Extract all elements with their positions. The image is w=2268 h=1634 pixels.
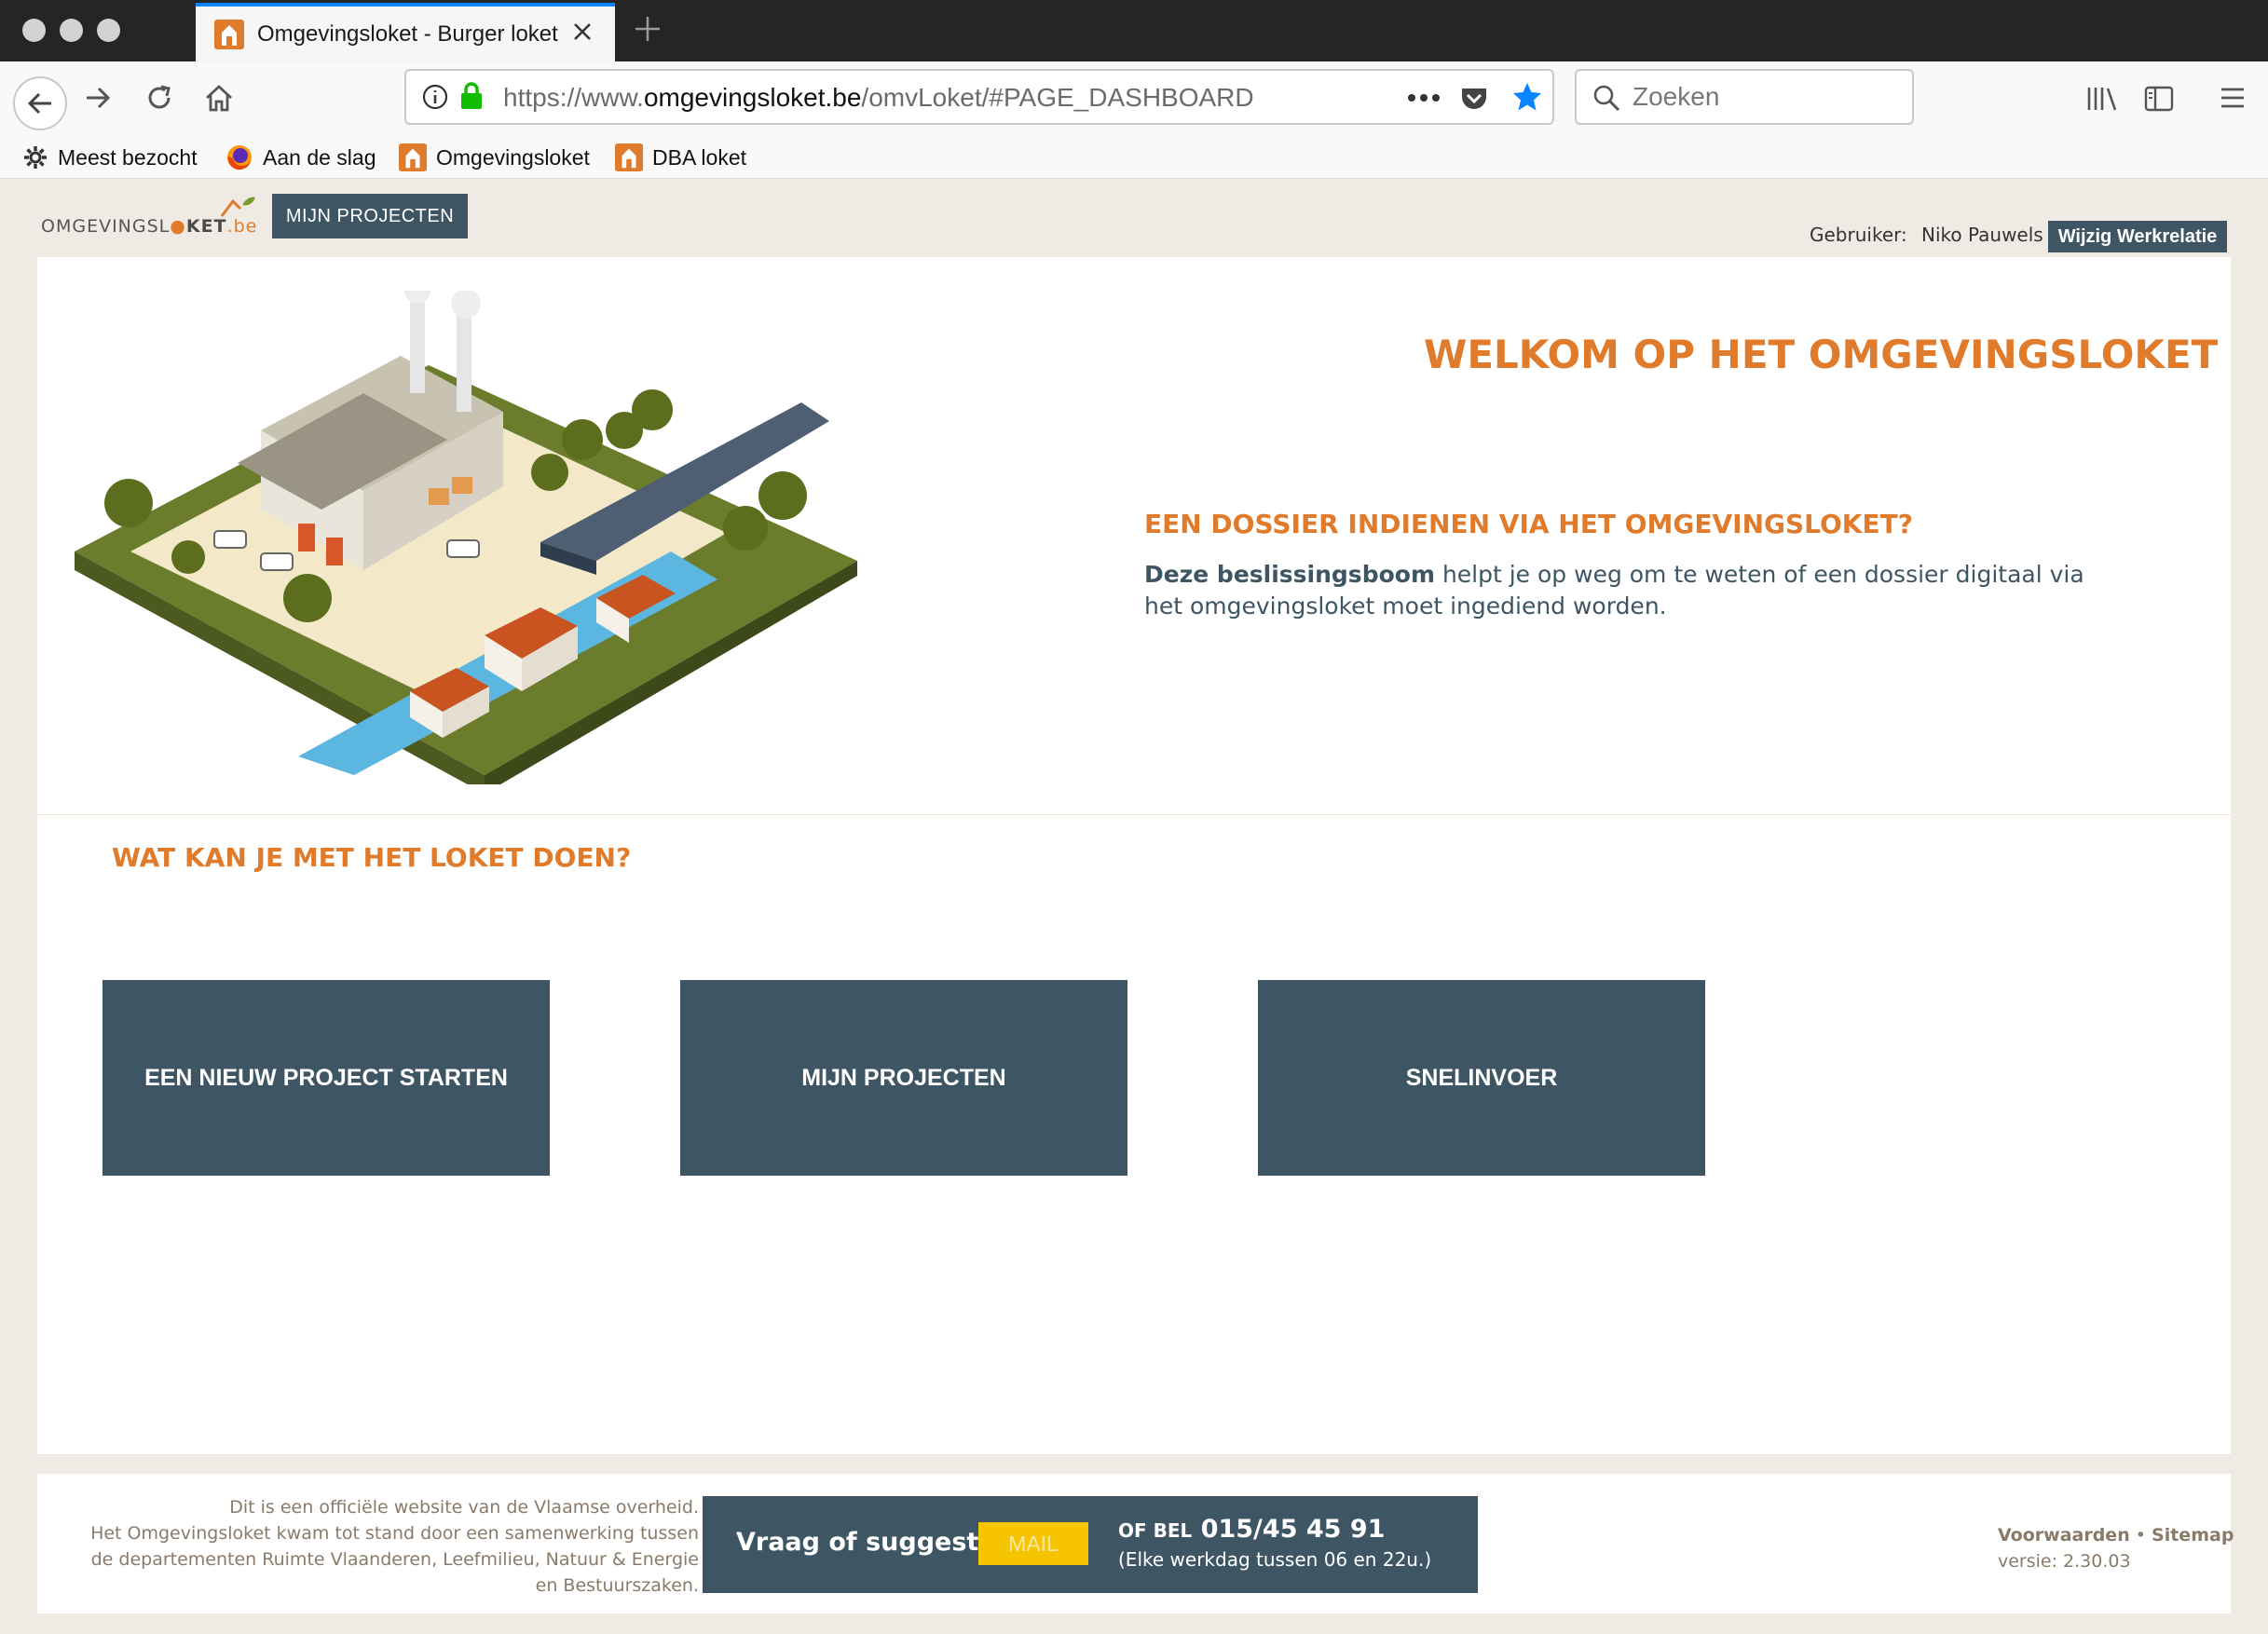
quick-entry-tile[interactable]: SNELINVOER: [1258, 980, 1705, 1176]
start-new-project-tile[interactable]: EEN NIEUW PROJECT STARTEN: [102, 980, 550, 1176]
browser-tab-active[interactable]: Omgevingsloket - Burger loket: [196, 3, 615, 61]
forward-button[interactable]: [76, 76, 119, 119]
sitemap-link[interactable]: Sitemap: [2152, 1525, 2234, 1545]
site-footer: Dit is een officiële website van de Vlaa…: [37, 1474, 2234, 1614]
bookmark-star-icon[interactable]: [1511, 81, 1543, 113]
omgevingsloket-favicon: [399, 143, 427, 171]
contact-question: Vraag of suggestie?: [736, 1528, 1019, 1557]
user-label: Gebruiker:: [1810, 224, 1907, 246]
reload-button[interactable]: [138, 76, 181, 119]
actions-heading: WAT KAN JE MET HET LOKET DOEN?: [112, 842, 632, 873]
sidebar-icon[interactable]: [2143, 84, 2175, 114]
url-bar[interactable]: https://www.omgevingsloket.be/omvLoket/#…: [404, 69, 1554, 125]
footer-links: Voorwaarden • Sitemap versie: 2.30.03: [1998, 1522, 2234, 1574]
home-icon: [206, 85, 232, 112]
my-projects-nav-button[interactable]: MIJN PROJECTEN: [272, 194, 468, 238]
gear-icon: [24, 146, 47, 169]
omgevingsloket-favicon: [214, 19, 244, 49]
page-actions-icon[interactable]: [1407, 93, 1441, 102]
phone-hours: (Elke werkdag tussen 06 en 22u.): [1118, 1548, 1432, 1571]
footer-disclaimer: Dit is een officiële website van de Vlaa…: [90, 1497, 699, 1596]
arrow-left-icon: [27, 92, 51, 115]
tab-title: Omgevingsloket - Burger loket: [257, 20, 558, 47]
back-button[interactable]: [13, 76, 67, 130]
menu-icon[interactable]: [2218, 84, 2248, 112]
firefox-icon: [227, 145, 252, 170]
close-window-button[interactable]: [22, 19, 46, 42]
logo-house-icon: [220, 197, 255, 217]
version-label: versie: 2.30.03: [1998, 1551, 2131, 1572]
bookmarks-bar: Meest bezocht Aan de slag Omgevingsloket…: [0, 136, 2268, 179]
search-icon: [1593, 85, 1620, 112]
arrow-right-icon: [87, 87, 111, 109]
minimize-window-button[interactable]: [60, 19, 83, 42]
industrial-landscape-illustration: [75, 291, 857, 784]
contact-box: Vraag of suggestie? MAIL OF BEL 015/45 4…: [703, 1496, 1478, 1593]
pocket-icon[interactable]: [1459, 83, 1489, 113]
user-name: Niko Pauwels: [1921, 224, 2043, 246]
my-projects-tile[interactable]: MIJN PROJECTEN: [680, 980, 1127, 1176]
site-logo[interactable]: OMGEVINGSL●KET.be: [41, 196, 257, 242]
decision-tree-link[interactable]: Deze beslissingsboom: [1144, 561, 1435, 588]
decision-tree-intro: Deze beslissingsboom helpt je op weg om …: [1144, 561, 2084, 620]
home-button[interactable]: [198, 76, 240, 119]
change-work-relation-button[interactable]: Wijzig Werkrelatie: [2048, 221, 2227, 252]
library-icon[interactable]: [2085, 84, 2119, 114]
mail-button[interactable]: MAIL: [978, 1522, 1088, 1565]
close-tab-icon[interactable]: [568, 18, 596, 46]
phone-line: OF BEL 015/45 45 91: [1118, 1515, 1386, 1544]
maximize-window-button[interactable]: [97, 19, 120, 42]
page-title: WELKOM OP HET OMGEVINGSLOKET: [1424, 332, 2219, 377]
phone-number[interactable]: 015/45 45 91: [1201, 1515, 1386, 1544]
new-tab-icon[interactable]: [632, 13, 663, 45]
url-text[interactable]: https://www.omgevingsloket.be/omvLoket/#…: [503, 83, 1254, 113]
terms-link[interactable]: Voorwaarden: [1998, 1525, 2130, 1545]
bookmark-most-visited[interactable]: Meest bezocht: [22, 142, 198, 173]
bookmark-dba-loket[interactable]: DBA loket: [615, 142, 746, 173]
info-icon[interactable]: [421, 83, 449, 111]
search-input[interactable]: [1633, 78, 1903, 116]
bookmark-getting-started[interactable]: Aan de slag: [225, 142, 376, 173]
search-bar[interactable]: [1575, 69, 1914, 125]
main-content: WELKOM OP HET OMGEVINGSLOKET EEN DOSSIER…: [37, 257, 2231, 1454]
decision-tree-heading: EEN DOSSIER INDIENEN VIA HET OMGEVINGSLO…: [1144, 509, 1913, 539]
browser-navbar: https://www.omgevingsloket.be/omvLoket/#…: [0, 61, 2268, 136]
section-divider: [37, 814, 2231, 815]
lock-icon[interactable]: [458, 81, 485, 111]
bookmark-omgevingsloket[interactable]: Omgevingsloket: [399, 142, 590, 173]
browser-titlebar: Omgevingsloket - Burger loket: [0, 0, 2268, 61]
omgevingsloket-favicon: [615, 143, 643, 171]
reload-icon: [148, 85, 171, 109]
